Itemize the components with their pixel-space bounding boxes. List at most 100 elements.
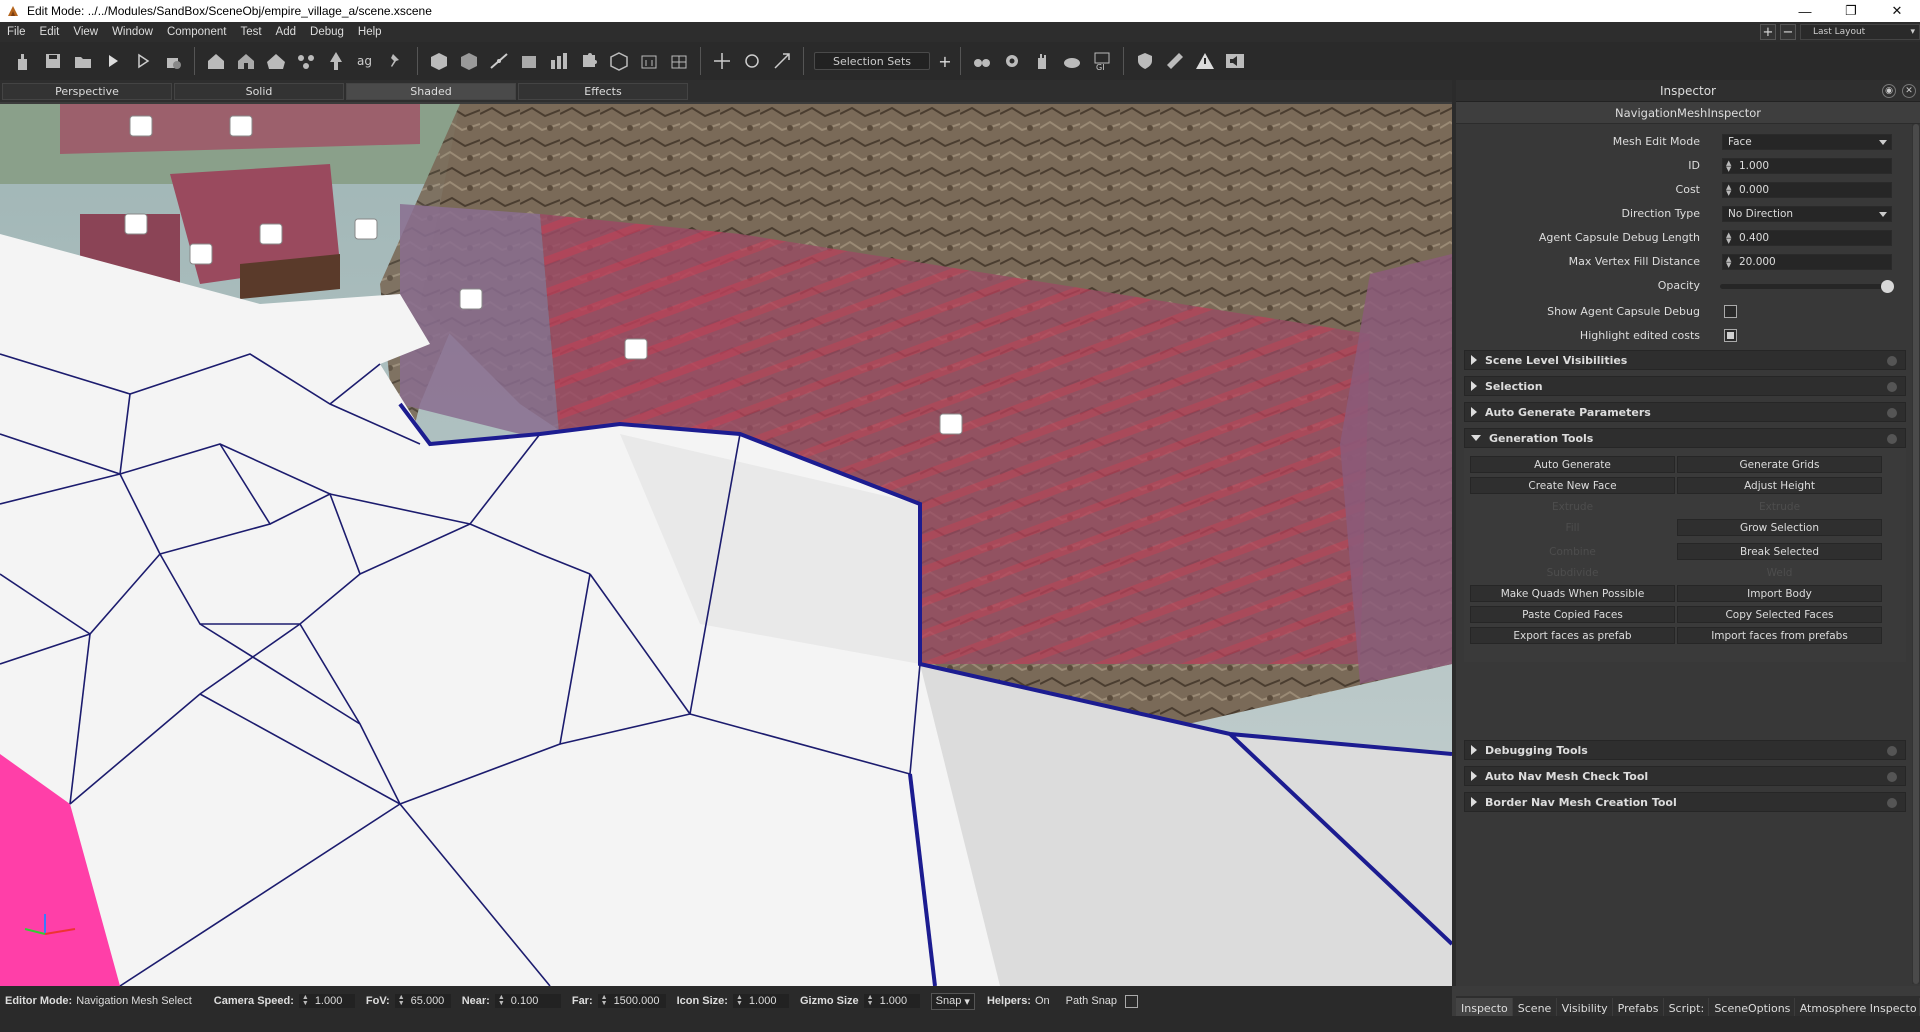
max-vertex-fill-distance-field[interactable]: ▲ ▼ 20.000	[1722, 254, 1892, 270]
menu-add[interactable]: Add	[269, 26, 303, 38]
tab-perspective[interactable]: Perspective	[2, 82, 172, 100]
spinner-icon[interactable]: ▲ ▼	[398, 994, 405, 1007]
spinner-icon[interactable]: ▲ ▼	[736, 994, 743, 1007]
create-new-face-button[interactable]: Create New Face	[1470, 477, 1675, 494]
menu-debug[interactable]: Debug	[303, 26, 351, 38]
show-agent-capsule-debug-checkbox[interactable]	[1724, 305, 1737, 318]
tab-inspector[interactable]: Inspecto	[1456, 998, 1513, 1018]
play-outline-icon[interactable]	[128, 46, 158, 76]
close-button[interactable]: ✕	[1874, 0, 1920, 22]
path-icon[interactable]	[484, 46, 514, 76]
section-generation-tools[interactable]: Generation Tools	[1464, 428, 1906, 448]
restore-button[interactable]: ❐	[1828, 0, 1874, 22]
section-options-icon[interactable]	[1887, 408, 1897, 418]
section-auto-nav-mesh-check-tool[interactable]: Auto Nav Mesh Check Tool	[1464, 766, 1906, 786]
icon-size-field[interactable]: ▲ ▼ 1.000	[731, 993, 790, 1009]
cloud-icon[interactable]	[1057, 46, 1087, 76]
hand-icon[interactable]	[1027, 46, 1057, 76]
open-folder-icon[interactable]	[68, 46, 98, 76]
tab-effects[interactable]: Effects	[518, 82, 688, 100]
tree-icon[interactable]	[321, 46, 351, 76]
gizmo-size-field[interactable]: ▲ ▼ 1.000	[862, 993, 921, 1009]
bars-icon[interactable]	[544, 46, 574, 76]
cost-field[interactable]: ▲ ▼ 0.000	[1722, 182, 1892, 198]
inspector-scrollbar[interactable]	[1912, 124, 1920, 984]
spinner-icon[interactable]: ▲ ▼	[1726, 256, 1731, 269]
warning-icon[interactable]	[1190, 46, 1220, 76]
selection-sets-dropdown[interactable]: Selection Sets	[814, 52, 930, 70]
scrollbar-thumb[interactable]	[1913, 124, 1919, 984]
near-field[interactable]: ▲ ▼ 0.100	[493, 993, 562, 1009]
import-body-button[interactable]: Import Body	[1677, 585, 1882, 602]
menu-test[interactable]: Test	[233, 26, 268, 38]
section-debugging-tools[interactable]: Debugging Tools	[1464, 740, 1906, 760]
house-icon[interactable]	[201, 46, 231, 76]
section-options-icon[interactable]	[1887, 772, 1897, 782]
grow-selection-button[interactable]: Grow Selection	[1677, 519, 1882, 536]
hand-pin-icon[interactable]	[8, 46, 38, 76]
gear-icon[interactable]	[997, 46, 1027, 76]
gi-icon[interactable]: GI	[1087, 46, 1117, 76]
section-options-icon[interactable]	[1887, 356, 1897, 366]
pin-icon[interactable]	[381, 46, 411, 76]
tab-solid[interactable]: Solid	[174, 82, 344, 100]
section-options-icon[interactable]	[1887, 434, 1897, 444]
camera-speed-field[interactable]: ▲ ▼ 1.000	[297, 993, 356, 1009]
scene-viewport[interactable]	[0, 104, 1452, 986]
tab-script[interactable]: Script:	[1664, 998, 1710, 1018]
auto-generate-button[interactable]: Auto Generate	[1470, 456, 1675, 473]
adjust-height-button[interactable]: Adjust Height	[1677, 477, 1882, 494]
sound-icon[interactable]	[1220, 46, 1250, 76]
mesh-edit-mode-dropdown[interactable]: Face	[1722, 134, 1892, 150]
text-icon[interactable]: ag	[351, 46, 381, 76]
tab-prefabs[interactable]: Prefabs	[1613, 998, 1664, 1018]
helpers-value[interactable]: On	[1035, 995, 1050, 1007]
binoculars-icon[interactable]	[967, 46, 997, 76]
minimize-button[interactable]: —	[1782, 0, 1828, 22]
slider-knob[interactable]	[1881, 280, 1894, 293]
direction-type-dropdown[interactable]: No Direction	[1722, 206, 1892, 222]
menu-view[interactable]: View	[66, 26, 105, 38]
house-roof-icon[interactable]	[261, 46, 291, 76]
layout-dropdown[interactable]: Last Layout ▾	[1800, 24, 1920, 40]
path-snap-checkbox[interactable]	[1125, 994, 1139, 1008]
generate-grids-button[interactable]: Generate Grids	[1677, 456, 1882, 473]
mesh-icon[interactable]	[514, 46, 544, 76]
copy-selected-faces-button[interactable]: Copy Selected Faces	[1677, 606, 1882, 623]
opacity-slider[interactable]	[1720, 280, 1894, 293]
rotate-icon[interactable]	[737, 46, 767, 76]
tab-shaded[interactable]: Shaded	[346, 82, 516, 100]
spinner-icon[interactable]: ▲ ▼	[1726, 184, 1731, 197]
break-selected-button[interactable]: Break Selected	[1677, 543, 1882, 560]
spinner-icon[interactable]: ▲ ▼	[1726, 232, 1731, 245]
house-alt-icon[interactable]	[231, 46, 261, 76]
section-auto-generate-parameters[interactable]: Auto Generate Parameters	[1464, 402, 1906, 422]
menu-component[interactable]: Component	[160, 26, 233, 38]
puzzle-icon[interactable]	[574, 46, 604, 76]
far-field[interactable]: ▲ ▼ 1500.000	[596, 993, 667, 1009]
box-frame-icon[interactable]	[604, 46, 634, 76]
nodes-icon[interactable]	[291, 46, 321, 76]
add-selection-set-button[interactable]: +	[936, 52, 954, 71]
menu-file[interactable]: File	[0, 26, 33, 38]
tab-atmosphere-inspector[interactable]: Atmosphere Inspecto	[1795, 998, 1920, 1018]
spinner-icon[interactable]: ▲ ▼	[867, 994, 874, 1007]
section-selection[interactable]: Selection	[1464, 376, 1906, 396]
cube-icon[interactable]	[424, 46, 454, 76]
menu-edit[interactable]: Edit	[33, 26, 67, 38]
remove-layout-button[interactable]: −	[1780, 24, 1796, 40]
spinner-icon[interactable]: ▲ ▼	[302, 994, 309, 1007]
grid-box-icon[interactable]	[664, 46, 694, 76]
import-faces-prefabs-button[interactable]: Import faces from prefabs	[1677, 627, 1882, 644]
pin-panel-icon[interactable]: ◉	[1882, 84, 1896, 98]
make-quads-button[interactable]: Make Quads When Possible	[1470, 585, 1675, 602]
spinner-icon[interactable]: ▲ ▼	[1726, 160, 1731, 173]
scene-render[interactable]	[0, 104, 1452, 986]
section-options-icon[interactable]	[1887, 746, 1897, 756]
cube-add-icon[interactable]	[454, 46, 484, 76]
section-scene-level-visibilities[interactable]: Scene Level Visibilities	[1464, 350, 1906, 370]
section-options-icon[interactable]	[1887, 798, 1897, 808]
section-options-icon[interactable]	[1887, 382, 1897, 392]
tab-scene[interactable]: Scene	[1513, 998, 1557, 1018]
shield-icon[interactable]	[1130, 46, 1160, 76]
